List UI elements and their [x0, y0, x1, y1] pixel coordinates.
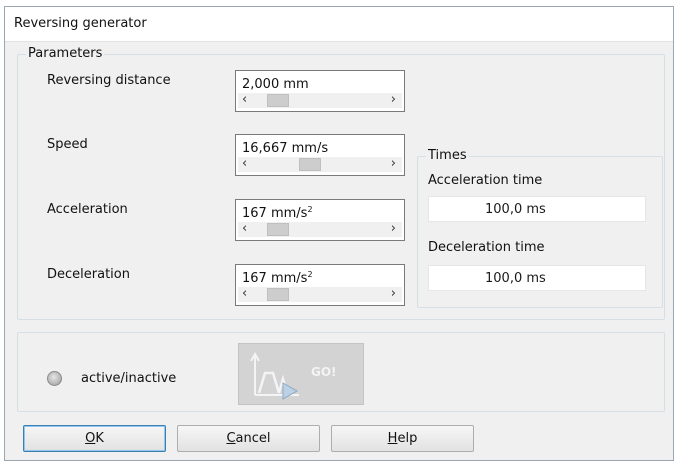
radio-indicator-icon[interactable] [47, 371, 62, 386]
speed-slider[interactable]: ‹ › [238, 155, 402, 172]
deceleration-slider[interactable]: ‹ › [238, 285, 402, 302]
go-button[interactable]: GO! [238, 343, 364, 405]
reversing-distance-label: Reversing distance [47, 73, 171, 88]
left-arrow-icon[interactable]: ‹ [242, 155, 247, 172]
deceleration-input[interactable]: 167 mm/s2 ‹ › [235, 264, 405, 306]
ok-label-rest: K [95, 431, 104, 446]
acceleration-time-field: 100,0 ms [428, 196, 646, 222]
deceleration-label: Deceleration [47, 267, 130, 282]
acceleration-label: Acceleration [47, 202, 128, 217]
speed-label: Speed [47, 137, 88, 152]
reversing-generator-dialog: Reversing generator Parameters Reversing… [4, 6, 674, 461]
acceleration-input[interactable]: 167 mm/s2 ‹ › [235, 199, 405, 241]
right-arrow-icon[interactable]: › [391, 91, 396, 108]
deceleration-time-label: Deceleration time [428, 240, 545, 255]
deceleration-value: 167 mm/s2 [242, 270, 313, 286]
acceleration-time-value: 100,0 ms [485, 202, 546, 217]
acceleration-slider[interactable]: ‹ › [238, 220, 402, 237]
slider-thumb[interactable] [266, 223, 289, 236]
reversing-distance-slider[interactable]: ‹ › [238, 91, 402, 108]
ok-mnemonic: O [85, 431, 96, 446]
help-label-rest: elp [397, 431, 418, 446]
slider-thumb[interactable] [266, 94, 289, 107]
deceleration-time-value: 100,0 ms [485, 271, 546, 286]
right-arrow-icon[interactable]: › [391, 285, 396, 302]
left-arrow-icon[interactable]: ‹ [242, 220, 247, 237]
go-label: GO! [311, 365, 337, 379]
cancel-label-rest: ancel [235, 431, 271, 446]
cancel-button[interactable]: Cancel [177, 425, 320, 452]
right-arrow-icon[interactable]: › [391, 220, 396, 237]
cancel-mnemonic: C [226, 431, 236, 446]
reversing-distance-value: 2,000 mm [242, 77, 309, 92]
title-bar: Reversing generator [5, 7, 673, 42]
slider-thumb[interactable] [266, 288, 289, 301]
parameters-legend: Parameters [26, 46, 105, 61]
acceleration-time-label: Acceleration time [428, 173, 543, 188]
window-title: Reversing generator [14, 16, 147, 31]
active-inactive-label: active/inactive [81, 371, 177, 386]
left-arrow-icon[interactable]: ‹ [242, 91, 247, 108]
help-mnemonic: H [387, 431, 398, 446]
left-arrow-icon[interactable]: ‹ [242, 285, 247, 302]
deceleration-time-field: 100,0 ms [428, 265, 646, 291]
speed-value: 16,667 mm/s [242, 141, 329, 156]
right-arrow-icon[interactable]: › [391, 155, 396, 172]
reversing-distance-input[interactable]: 2,000 mm ‹ › [235, 70, 405, 112]
slider-thumb[interactable] [299, 158, 322, 171]
help-button[interactable]: Help [331, 425, 474, 452]
ok-button[interactable]: OK [23, 425, 166, 452]
times-legend: Times [426, 148, 469, 163]
motion-profile-icon [250, 351, 299, 400]
acceleration-value: 167 mm/s2 [242, 205, 313, 221]
speed-input[interactable]: 16,667 mm/s ‹ › [235, 134, 405, 176]
